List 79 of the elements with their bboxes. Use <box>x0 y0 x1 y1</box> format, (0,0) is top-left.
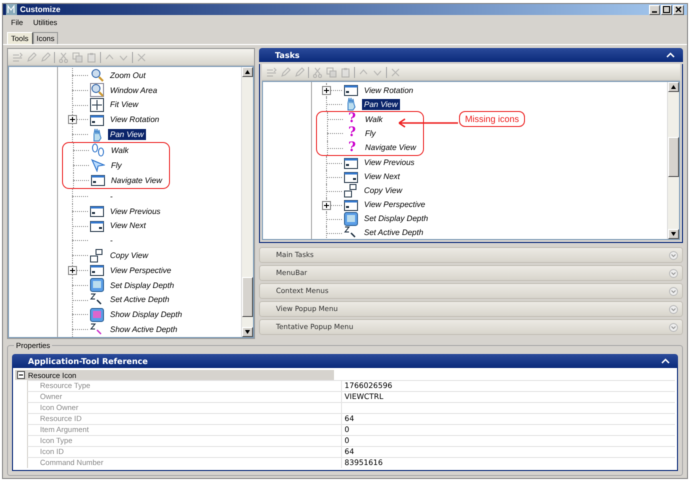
window-icon <box>344 170 358 184</box>
tree-item[interactable]: View Previous <box>362 157 417 168</box>
tree-item[interactable]: Navigate View <box>109 174 164 186</box>
tree-item[interactable]: Set Display Depth <box>362 213 430 224</box>
tree-item[interactable]: Navigate View <box>363 142 418 154</box>
expand-toggle[interactable] <box>322 200 331 210</box>
tree-item[interactable]: View Next <box>108 220 148 232</box>
tree-item[interactable]: Set Active Depth <box>362 227 426 238</box>
footprints-icon <box>91 143 105 158</box>
app-icon <box>6 4 17 15</box>
window-icon <box>344 198 358 212</box>
scroll-up-icon[interactable] <box>245 70 250 74</box>
screen-icon <box>90 278 104 292</box>
window-icon <box>90 112 104 127</box>
tree-item[interactable]: View Previous <box>108 206 163 217</box>
scroll-thumb[interactable] <box>242 277 253 317</box>
tree-item[interactable]: Fly <box>109 160 124 171</box>
magnifier-icon <box>90 68 104 82</box>
tree-item[interactable]: Window Area <box>108 84 160 96</box>
close-icon <box>675 6 682 13</box>
window-icon <box>344 156 358 170</box>
z-arrow-icon <box>344 226 358 239</box>
panel-title: Application-Tool Reference <box>28 356 148 366</box>
scrollbar[interactable] <box>667 82 679 239</box>
tree-item[interactable]: Set Display Depth <box>108 280 176 291</box>
tree-item[interactable]: Walk <box>363 114 385 125</box>
callout-label: Missing icons <box>459 111 526 127</box>
screen-icon <box>90 308 104 322</box>
callout-arrow <box>397 118 459 128</box>
tree-item[interactable]: Fly <box>363 128 378 139</box>
fit-view-icon <box>90 98 104 112</box>
tree-item[interactable]: Pan View <box>362 98 400 110</box>
window-icon <box>90 204 104 218</box>
panel-header[interactable]: Application-Tool Reference <box>12 354 678 368</box>
panel-title: Tasks <box>275 50 300 60</box>
maximize-button[interactable] <box>661 4 672 14</box>
tree-item[interactable]: Pan View <box>108 129 146 140</box>
paper-plane-icon <box>91 158 105 172</box>
tree-item[interactable]: View Rotation <box>362 84 416 96</box>
tree-item[interactable]: Copy View <box>108 250 150 262</box>
tree-item[interactable]: - <box>108 235 115 246</box>
expand-toggle[interactable] <box>68 266 77 275</box>
copy-icon <box>344 184 358 198</box>
tree-item[interactable]: Show Display Depth <box>108 309 184 320</box>
window-icon <box>90 263 104 278</box>
question-mark-icon: ? <box>345 112 359 126</box>
window-title: Customize <box>20 5 62 14</box>
scrollbar[interactable] <box>241 67 253 337</box>
maximize-icon <box>663 6 670 13</box>
z-arrow-icon <box>90 292 104 307</box>
question-mark-icon: ? <box>345 140 359 155</box>
tree-item[interactable]: Set Active Depth <box>108 294 172 306</box>
scroll-down-icon[interactable] <box>245 330 250 334</box>
window-icon <box>91 173 105 188</box>
tree-item[interactable]: View Next <box>362 171 402 182</box>
panel-header[interactable]: Tasks <box>259 48 683 62</box>
tree-item[interactable]: - <box>108 190 115 202</box>
tree-item[interactable]: Walk <box>109 144 131 156</box>
scroll-thumb[interactable] <box>668 137 679 177</box>
magnifier-icon <box>90 83 104 98</box>
tree-item[interactable]: View Rotation <box>108 114 162 126</box>
screen-icon <box>344 212 358 226</box>
window-icon <box>90 218 104 233</box>
close-button[interactable] <box>673 4 684 14</box>
z-arrow-icon <box>90 322 104 337</box>
scroll-down-icon[interactable] <box>671 232 676 236</box>
expand-toggle[interactable] <box>68 115 77 124</box>
tree-item[interactable]: View Perspective <box>108 264 174 276</box>
question-mark-icon: ? <box>345 126 359 140</box>
tree-item[interactable]: View Perspective <box>362 199 428 210</box>
tree-item[interactable]: Zoom Out <box>108 70 148 81</box>
expand-toggle[interactable] <box>322 86 331 95</box>
minimize-button[interactable] <box>649 4 660 14</box>
tree-item[interactable]: Copy View <box>362 185 404 196</box>
tree-item[interactable]: Show Active Depth <box>108 324 180 336</box>
tree-item[interactable]: Fit View <box>108 99 140 110</box>
scroll-up-icon[interactable] <box>671 85 676 89</box>
copy-icon <box>90 248 104 263</box>
collapse-toggle[interactable] <box>17 371 25 379</box>
